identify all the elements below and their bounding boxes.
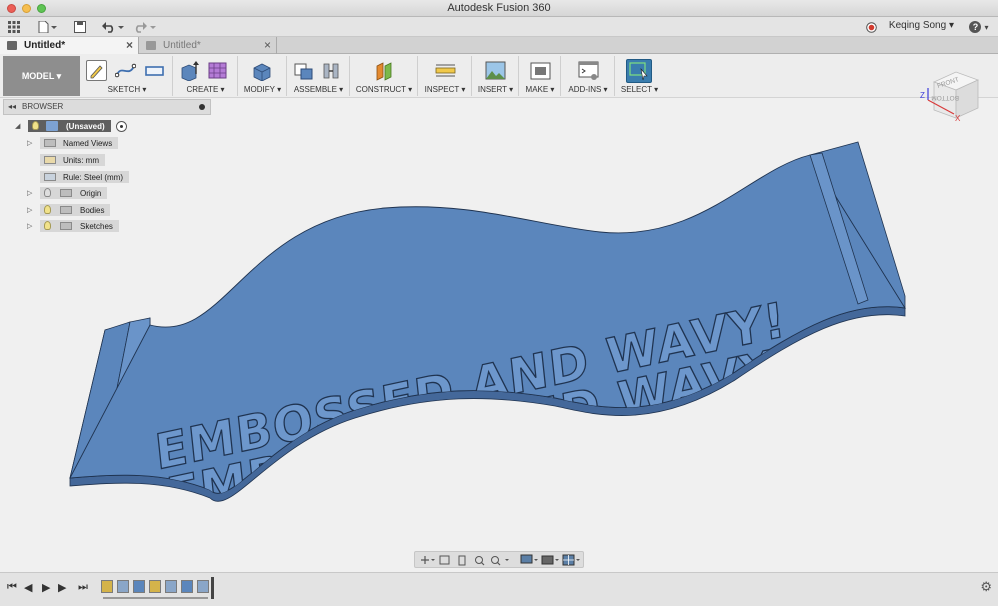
go-to-end-icon[interactable]: ⏭ [78, 581, 88, 594]
wavy-embossed-body: EMBOSSED AND WAVY! EMBOSSED AND WAVY! EM… [69, 141, 906, 502]
browser-pin-icon[interactable] [199, 104, 205, 110]
sketch-group[interactable]: SKETCH ▾ [82, 56, 173, 96]
axis-z-label: Z [920, 91, 925, 100]
pan-icon [458, 555, 466, 566]
select-group-label: SELECT ▾ [620, 85, 659, 94]
select-icon[interactable] [626, 59, 652, 83]
timeline-feature-icon[interactable] [133, 580, 145, 593]
quick-access-toolbar: Keqing Song ▾ ? ▾ [0, 17, 998, 37]
timeline-feature-icon[interactable] [197, 580, 209, 593]
timeline-settings-icon[interactable]: ⚙ [980, 579, 992, 595]
scripts-icon[interactable] [578, 60, 599, 81]
timeline-feature-icon[interactable] [165, 580, 177, 593]
workspace-switcher[interactable]: MODEL ▾ [3, 56, 80, 96]
tab-label: Untitled* [24, 40, 66, 51]
modify-group[interactable]: MODIFY ▾ [239, 56, 287, 96]
create-group[interactable]: CREATE ▾ [174, 56, 238, 96]
file-menu-button[interactable] [37, 19, 59, 35]
file-icon [38, 21, 57, 33]
spline-icon[interactable] [114, 60, 137, 81]
make-group[interactable]: MAKE ▾ [520, 56, 561, 96]
timeline-feature-icon[interactable] [181, 580, 193, 593]
workspace-label: MODEL ▾ [21, 70, 62, 81]
close-tab-icon[interactable]: × [126, 37, 133, 54]
save-button[interactable] [72, 19, 88, 35]
user-name: Keqing Song [888, 20, 947, 31]
insert-group[interactable]: INSERT ▾ [473, 56, 519, 96]
add-ins-group[interactable]: ADD-INS ▾ [562, 56, 615, 96]
browser-panel-header[interactable]: ◂◂ BROWSER [3, 99, 211, 115]
insert-group-label: INSERT ▾ [477, 85, 514, 94]
pattern-icon[interactable] [208, 60, 229, 81]
timeline: ⏮ ◀ ▶ ▶ ⏭ ⚙ [0, 572, 998, 606]
make-group-label: MAKE ▾ [525, 85, 555, 94]
redo-button[interactable] [131, 19, 157, 35]
extrude-icon[interactable] [179, 60, 200, 82]
grid-settings-icon [541, 555, 554, 565]
orbit-icon [421, 556, 429, 564]
inspect-group-label: INSPECT ▾ [424, 85, 466, 94]
rectangle-icon[interactable] [144, 60, 165, 81]
tab-untitled-inactive[interactable]: Untitled* × [139, 37, 277, 54]
undo-icon [102, 22, 124, 33]
look-at-icon [439, 555, 450, 565]
inspect-group[interactable]: INSPECT ▾ [419, 56, 472, 96]
select-group[interactable]: SELECT ▾ [616, 56, 663, 96]
canvas-viewport[interactable]: EMBOSSED AND WAVY! EMBOSSED AND WAVY! EM… [0, 117, 998, 572]
help-menu-button[interactable]: ? ▾ [966, 19, 992, 35]
navigation-bar [414, 551, 584, 568]
collapse-browser-icon[interactable]: ◂◂ [8, 100, 16, 114]
document-tabs: Untitled* × Untitled* × [0, 37, 998, 54]
offset-plane-icon[interactable] [374, 60, 395, 81]
timeline-feature-icon[interactable] [117, 580, 129, 593]
help-icon: ? [969, 21, 982, 33]
construct-group-label: CONSTRUCT ▾ [355, 85, 413, 94]
chevron-down-icon: ▾ [984, 22, 989, 32]
record-icon [865, 21, 877, 33]
user-account-menu[interactable]: Keqing Song ▾ [889, 20, 954, 31]
browser-title: BROWSER [22, 102, 64, 111]
new-component-icon[interactable] [293, 60, 314, 81]
timeline-scrubber[interactable] [103, 597, 208, 599]
tab-label: Untitled* [163, 40, 201, 51]
viewcube-bottom-label: BOTTOM [931, 94, 959, 101]
step-back-icon[interactable]: ◀ [24, 581, 32, 594]
create-sketch-icon[interactable] [86, 60, 107, 81]
display-settings-icon [520, 554, 533, 564]
tab-untitled-active[interactable]: Untitled* × [0, 37, 139, 54]
play-icon[interactable]: ▶ [42, 581, 50, 594]
component-icon [146, 41, 156, 50]
press-pull-icon[interactable] [251, 60, 272, 82]
timeline-sketch-feature-icon[interactable] [149, 580, 161, 593]
job-status-button[interactable] [864, 19, 878, 35]
minimize-window-button[interactable] [22, 4, 31, 13]
go-to-start-icon[interactable]: ⏮ [7, 581, 17, 594]
joint-icon[interactable] [321, 60, 342, 81]
save-icon [74, 21, 86, 33]
measure-icon[interactable] [435, 60, 456, 81]
construct-group[interactable]: CONSTRUCT ▾ [351, 56, 418, 96]
close-tab-icon[interactable]: × [264, 37, 271, 54]
modify-group-label: MODIFY ▾ [243, 85, 282, 94]
sketch-group-label: SKETCH ▾ [107, 85, 147, 94]
undo-button[interactable] [100, 19, 126, 35]
add-ins-group-label: ADD-INS ▾ [568, 85, 608, 94]
timeline-sketch-feature-icon[interactable] [101, 580, 113, 593]
timeline-marker[interactable] [211, 577, 214, 599]
data-panel-button[interactable] [6, 19, 22, 35]
redo-icon [135, 22, 156, 33]
component-icon [7, 41, 17, 50]
insert-image-icon[interactable] [485, 60, 506, 81]
create-group-label: CREATE ▾ [186, 85, 225, 94]
close-window-button[interactable] [7, 4, 16, 13]
maximize-window-button[interactable] [37, 4, 46, 13]
assemble-group-label: ASSEMBLE ▾ [293, 85, 344, 94]
3d-print-icon[interactable] [530, 60, 551, 81]
ribbon-toolbar: MODEL ▾ SKETCH ▾ CREATE ▾ MODIFY ▾ ASSEM… [0, 54, 998, 123]
step-forward-icon[interactable]: ▶ [58, 581, 66, 594]
grid-icon [8, 21, 20, 33]
assemble-group[interactable]: ASSEMBLE ▾ [288, 56, 350, 96]
title-bar: Autodesk Fusion 360 [0, 0, 998, 17]
window-title: Autodesk Fusion 360 [447, 2, 551, 14]
